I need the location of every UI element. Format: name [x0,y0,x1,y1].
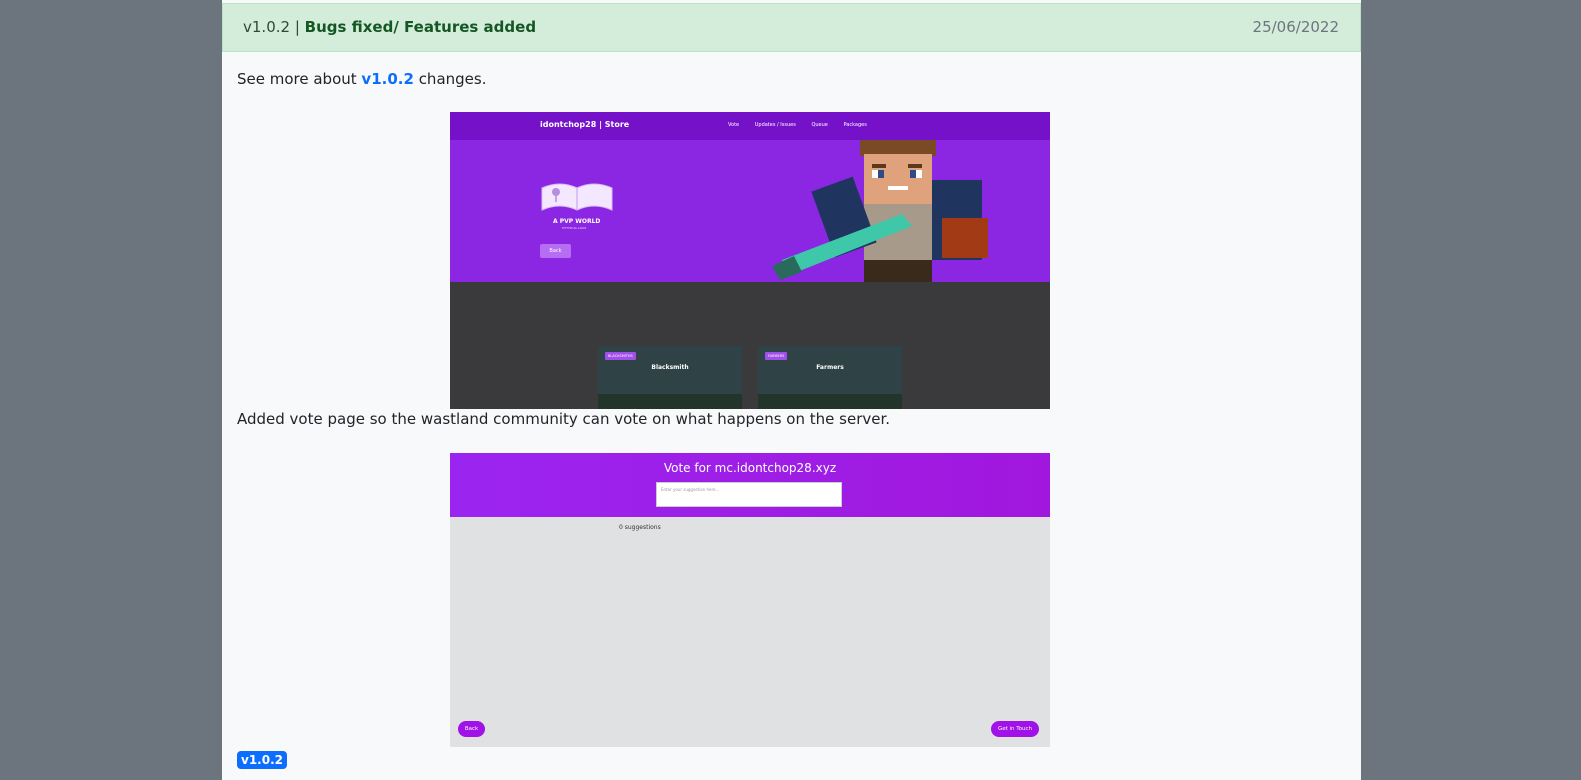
card-header: v1.0.2 | Bugs fixed/ Features added 25/0… [222,3,1361,52]
vote-header: Vote for mc.idontchop28.xyz Enter your s… [450,453,1050,517]
store-nav-packages: Packages [843,122,867,128]
package-card-farmers: FARMERS Farmers [758,346,902,409]
package-tag: BLACKSMITHS [605,352,636,360]
store-back-button: Back [540,244,571,258]
package-card-blacksmith: BLACKSMITHS Blacksmith [598,346,742,409]
version-badge: v1.0.2 [237,751,287,769]
store-nav-vote: Vote [728,122,740,128]
suggestion-input: Enter your suggestion here... [656,482,842,507]
vote-screenshot: Vote for mc.idontchop28.xyz Enter your s… [450,453,1050,747]
package-tag: FARMERS [765,352,788,360]
package-card-image [758,394,902,409]
store-navbar: idontchop28 | Store Vote Updates / Issue… [450,112,1050,140]
book-logo-icon [541,183,613,211]
store-nav-updates: Updates / Issues [754,122,796,128]
store-nav-links: Vote Updates / Issues Queue Packages [728,122,881,128]
logo-subtext: MYTHICAL.LOGS [562,226,587,230]
header-separator: | [290,18,305,36]
see-more-text: See more about v1.0.2 changes. [237,70,486,88]
header-heading: Bugs fixed/ Features added [304,18,537,36]
package-title: Farmers [816,364,844,371]
vote-title: Vote for mc.idontchop28.xyz [663,461,837,475]
store-screenshot: idontchop28 | Store Vote Updates / Issue… [450,112,1050,409]
vote-description: Added vote page so the wastland communit… [237,410,891,428]
header-title: v1.0.2 | Bugs fixed/ Features added [243,18,536,36]
package-card-image [598,394,742,409]
minecraft-character-icon [772,140,988,282]
vote-back-button: Back [458,721,485,737]
suggestions-count: 0 suggestions [619,524,661,531]
header-date: 25/06/2022 [1252,18,1339,36]
changelog-card: v1.0.2 | Bugs fixed/ Features added 25/0… [222,0,1361,780]
version-link[interactable]: v1.0.2 [361,70,414,88]
see-more-prefix: See more about [237,70,362,88]
store-hero: A PVP WORLD MYTHICAL.LOGS Back [450,140,1050,282]
see-more-suffix: changes. [413,70,487,88]
store-brand: idontchop28 | Store [540,120,630,129]
logo-text: A PVP WORLD [553,218,601,225]
get-in-touch-button: Get in Touch [991,721,1039,737]
package-title: Blacksmith [651,364,689,371]
store-nav-queue: Queue [811,122,828,128]
header-version: v1.0.2 [243,18,291,36]
